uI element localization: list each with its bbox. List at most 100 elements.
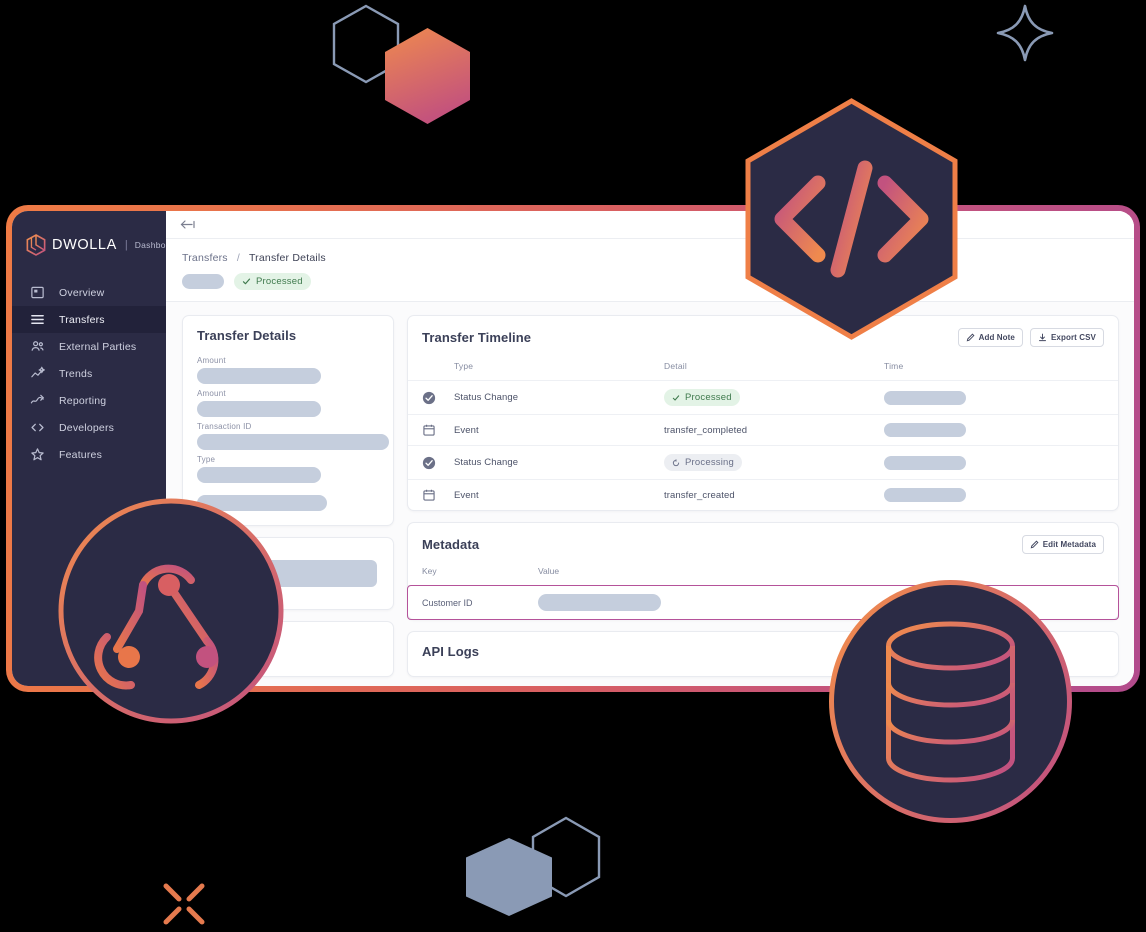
timeline-type: Status Change (454, 445, 664, 480)
brand-separator: | (124, 239, 128, 251)
breadcrumb-parent[interactable]: Transfers (182, 252, 228, 264)
code-brackets-icon (31, 423, 44, 432)
top-bar (166, 211, 1134, 239)
transfer-details-head: Transfer Details (183, 316, 393, 351)
timeline-time-placeholder (884, 455, 966, 470)
calendar-icon (423, 424, 435, 436)
check-icon (672, 394, 680, 401)
transfer-details-card: Transfer Details Amount Amount Transacti… (182, 315, 394, 526)
sidebar-item-label: Trends (59, 367, 93, 380)
table-row[interactable]: Status Change Processed (408, 380, 1118, 415)
database-badge-decoration (829, 580, 1072, 823)
sidebar-item-reporting[interactable]: Reporting (12, 387, 166, 414)
timeline-type: Status Change (454, 380, 664, 415)
table-row[interactable]: Event transfer_completed (408, 414, 1118, 446)
list-icon (31, 315, 44, 324)
check-circle-icon (422, 456, 436, 469)
metadata-value-placeholder[interactable] (538, 594, 661, 611)
field-label: Amount (197, 356, 226, 365)
sparkle-decoration (996, 4, 1054, 62)
sparkle-chart-icon (31, 366, 45, 378)
code-badge-decoration (745, 98, 958, 340)
page-header: Transfers / Transfer Details Processed (166, 239, 1134, 302)
check-circle-icon (422, 391, 436, 404)
edit-metadata-button[interactable]: Edit Metadata (1021, 535, 1104, 554)
check-icon (242, 278, 251, 285)
sidebar-item-label: Transfers (59, 313, 105, 326)
table-row[interactable]: Status Change Processing (408, 445, 1118, 480)
field-value-placeholder[interactable] (197, 368, 321, 384)
transfer-timeline-card: Transfer Timeline Add Note Export CSV Ty… (407, 315, 1119, 511)
metadata-col-key: Key (422, 566, 437, 576)
timeline-header-row: Type Detail Time (408, 355, 1118, 381)
timeline-col-time: Time (884, 361, 904, 371)
sidebar-item-label: Reporting (59, 394, 107, 407)
field-value-placeholder[interactable] (197, 401, 321, 417)
field-transaction-id: Transaction ID (183, 422, 393, 450)
transfer-id-placeholder (182, 274, 224, 289)
field-label: Amount (197, 389, 226, 398)
field-type: Type (183, 455, 393, 483)
hexagon-gradient-decoration (385, 28, 470, 124)
brand-name: DWOLLA (52, 237, 117, 253)
timeline-detail: transfer_completed (664, 414, 884, 446)
sidebar-nav: Overview Transfers External Parties Tren… (12, 279, 166, 468)
add-note-label: Add Note (978, 333, 1015, 342)
hexagon-filled-decoration-bottom (466, 838, 552, 916)
timeline-col-detail: Detail (664, 361, 687, 371)
star-icon (31, 448, 44, 461)
pencil-icon (1030, 540, 1039, 549)
dwolla-cube-icon (26, 234, 46, 256)
timeline-type: Event (454, 414, 664, 446)
layout-panel-icon (31, 286, 44, 299)
table-row[interactable]: Event transfer_created (408, 479, 1118, 510)
sidebar-item-trends[interactable]: Trends (12, 360, 166, 387)
breadcrumb-current: Transfer Details (248, 252, 326, 264)
timeline-detail-badge: Processing (664, 454, 742, 471)
download-icon (1038, 333, 1046, 342)
sidebar-item-developers[interactable]: Developers (12, 414, 166, 441)
export-csv-label: Export CSV (1050, 333, 1096, 342)
pencil-icon (966, 333, 975, 342)
timeline-detail-label: Processed (685, 392, 732, 403)
timeline-actions: Add Note Export CSV (957, 328, 1104, 347)
timeline-detail-badge: Processed (664, 389, 740, 406)
timeline-col-type: Type (454, 361, 474, 371)
transfer-id-row: Processed (182, 273, 1134, 290)
brand-logo[interactable]: DWOLLA | Dashboard (12, 225, 179, 261)
x-mark-decoration (163, 883, 205, 925)
field-amount-1: Amount (183, 356, 393, 384)
breadcrumb-separator: / (236, 252, 241, 264)
metadata-key: Customer ID (408, 585, 538, 619)
field-amount-2: Amount (183, 389, 393, 417)
page-root: DWOLLA | Dashboard Overview Transfers Ex… (0, 0, 1146, 932)
metadata-title: Metadata (422, 537, 480, 552)
sidebar-item-external-parties[interactable]: External Parties (12, 333, 166, 360)
field-value-placeholder[interactable] (197, 434, 389, 450)
breadcrumb: Transfers / Transfer Details (182, 252, 1134, 264)
timeline-time-placeholder (884, 423, 966, 437)
page-title: Transfer Details (197, 328, 297, 343)
timeline-title: Transfer Timeline (422, 330, 532, 345)
users-icon (31, 341, 44, 351)
api-logs-title: API Logs (422, 644, 480, 659)
export-csv-button[interactable]: Export CSV (1029, 328, 1104, 347)
field-label: Type (197, 455, 216, 464)
field-label: Transaction ID (197, 422, 252, 431)
timeline-time-placeholder (884, 488, 966, 502)
field-value-placeholder[interactable] (197, 467, 321, 483)
timeline-time-placeholder (884, 390, 966, 405)
metadata-head: Metadata Edit Metadata (408, 523, 1118, 562)
webhook-badge-decoration (58, 498, 284, 724)
timeline-type: Event (454, 479, 664, 510)
sidebar-item-features[interactable]: Features (12, 441, 166, 468)
status-badge: Processed (234, 273, 311, 290)
sidebar-item-label: External Parties (59, 340, 137, 353)
arrow-left-icon[interactable] (180, 218, 196, 231)
timeline-col-icon (408, 355, 454, 381)
sidebar-item-transfers[interactable]: Transfers (12, 306, 166, 333)
add-note-button[interactable]: Add Note (957, 328, 1023, 347)
sidebar-item-overview[interactable]: Overview (12, 279, 166, 306)
sidebar-item-label: Overview (59, 286, 105, 299)
timeline-detail: transfer_created (664, 479, 884, 510)
